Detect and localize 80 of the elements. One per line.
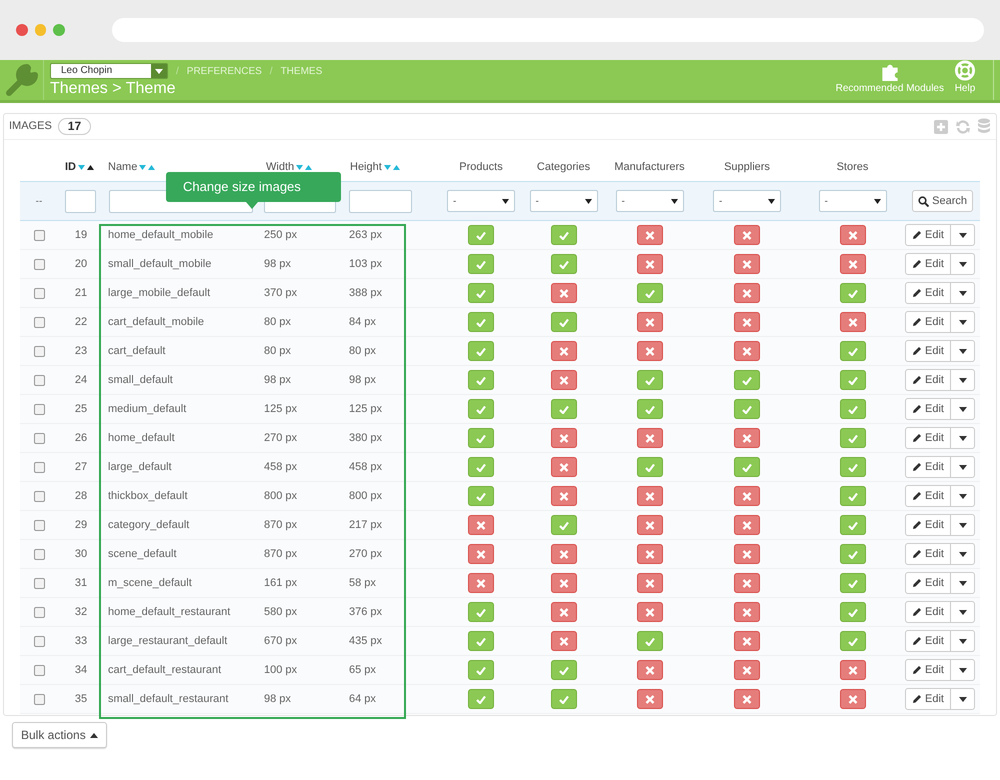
id-cell-text: 26 xyxy=(74,430,88,446)
column-header: Manufacturers xyxy=(614,160,685,176)
breadcrumb-separator: / xyxy=(176,64,179,78)
id-cell-text: 19 xyxy=(74,228,88,243)
width-cell: 800 px xyxy=(264,490,298,502)
count-badge: 17 xyxy=(58,118,92,135)
id-cell-text: 23 xyxy=(74,344,88,359)
breadcrumb-separator: / xyxy=(270,64,273,78)
name-cell: cart_default_mobile xyxy=(108,316,204,328)
height-cell: 84 px xyxy=(349,316,376,328)
id-cell-text: 24 xyxy=(74,372,88,388)
column-header: Products xyxy=(459,160,503,176)
id-cell-text: 22 xyxy=(74,314,88,330)
name-cell: medium_default xyxy=(108,402,186,415)
width-cell: 870 px xyxy=(264,518,298,531)
height-cell: 380 px xyxy=(349,432,382,444)
height-cell: 103 px xyxy=(349,258,382,270)
height-cell: 263 px xyxy=(349,228,382,241)
name-cell: small_default_restaurant xyxy=(108,692,228,705)
width-cell: 270 px xyxy=(264,432,298,444)
name-cell: cart_default xyxy=(108,344,166,357)
width-cell: 98 px xyxy=(264,374,291,386)
width-cell: 370 px xyxy=(264,286,298,299)
id-cell-text: 33 xyxy=(74,634,88,649)
name-cell: home_default_restaurant xyxy=(108,606,230,618)
id-cell-text: 32 xyxy=(74,604,88,620)
width-cell: 458 px xyxy=(264,460,298,473)
width-cell: 580 px xyxy=(264,606,298,618)
name-cell: home_default_mobile xyxy=(108,228,214,241)
name-cell: thickbox_default xyxy=(108,490,188,502)
name-cell: large_restaurant_default xyxy=(108,634,228,647)
filter-marker: -- xyxy=(36,194,42,208)
id-cell-text: 20 xyxy=(74,256,88,272)
column-header: Suppliers xyxy=(724,160,770,176)
height-cell: 435 px xyxy=(349,634,382,647)
height-cell: 270 px xyxy=(349,548,382,560)
width-cell: 161 px xyxy=(264,576,298,589)
width-cell: 98 px xyxy=(264,692,291,705)
name-cell: home_default xyxy=(108,432,175,444)
height-cell: 800 px xyxy=(349,490,382,502)
width-cell: 80 px xyxy=(264,316,291,328)
width-cell: 100 px xyxy=(264,664,298,676)
id-cell-text: 21 xyxy=(74,286,88,301)
name-cell: small_default xyxy=(108,374,173,386)
height-cell: 376 px xyxy=(349,606,382,618)
height-cell: 98 px xyxy=(349,374,376,386)
name-cell: large_default xyxy=(108,460,172,473)
name-cell: scene_default xyxy=(108,548,176,560)
id-cell-text: 35 xyxy=(74,692,88,707)
id-cell-text: 27 xyxy=(74,460,88,475)
column-header: Stores xyxy=(836,160,868,176)
name-cell: m_scene_default xyxy=(108,576,192,589)
width-cell: 870 px xyxy=(264,548,298,560)
height-cell: 58 px xyxy=(349,576,376,589)
id-cell-text: 30 xyxy=(74,546,88,562)
width-cell: 670 px xyxy=(264,634,298,647)
panel-title: IMAGES xyxy=(9,119,52,134)
column-header: Categories xyxy=(536,160,590,176)
width-cell: 250 px xyxy=(264,228,298,241)
name-cell: category_default xyxy=(108,518,190,531)
height-cell: 458 px xyxy=(349,460,382,473)
width-cell: 125 px xyxy=(264,402,298,415)
height-cell: 65 px xyxy=(349,664,376,676)
name-cell: small_default_mobile xyxy=(108,258,212,270)
id-cell-text: 31 xyxy=(74,576,88,591)
id-cell-text: 29 xyxy=(74,518,88,533)
id-cell-text: 25 xyxy=(74,402,88,417)
height-cell: 125 px xyxy=(349,402,382,415)
name-cell: cart_default_restaurant xyxy=(108,664,222,676)
page-title: Themes > Theme xyxy=(50,79,177,99)
height-cell: 388 px xyxy=(349,286,382,299)
width-cell: 80 px xyxy=(264,344,291,357)
tooltip: Change size images xyxy=(166,172,341,202)
height-cell: 80 px xyxy=(349,344,376,357)
height-cell: 64 px xyxy=(349,692,376,705)
height-cell: 217 px xyxy=(349,518,382,531)
id-cell-text: 34 xyxy=(74,662,88,678)
width-cell: 98 px xyxy=(264,258,291,270)
id-cell-text: 28 xyxy=(74,488,88,504)
name-cell: large_mobile_default xyxy=(108,286,210,299)
